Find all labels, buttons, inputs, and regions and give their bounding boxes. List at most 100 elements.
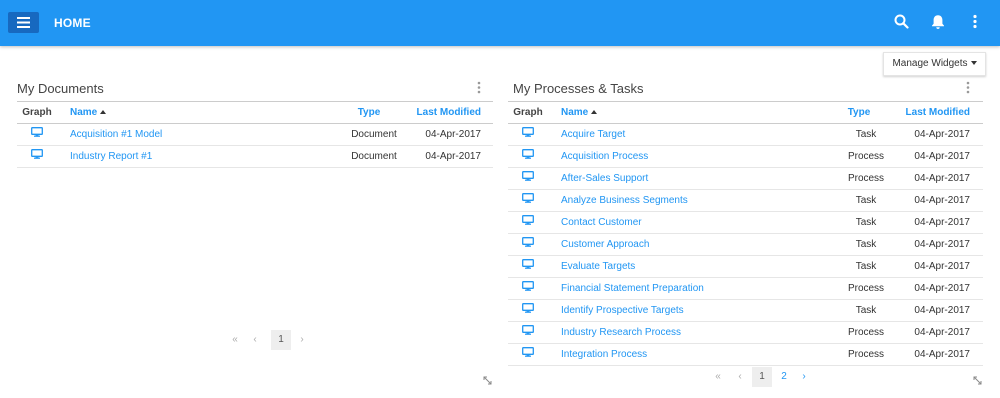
item-name-link[interactable]: Acquisition Process [561,146,648,167]
item-last-modified: 04-Apr-2017 [914,129,970,140]
graph-cell [508,300,548,321]
item-last-modified: 04-Apr-2017 [914,239,970,250]
item-name-link[interactable]: Analyze Business Segments [561,190,688,211]
monitor-icon[interactable] [522,278,534,299]
pagination: « ‹ 1 2 › [710,367,820,387]
graph-cell [508,212,548,233]
item-last-modified: 04-Apr-2017 [914,151,970,162]
table-row: Acquire Target Task 04-Apr-2017 [508,124,983,146]
monitor-icon[interactable] [522,124,534,145]
column-header-name[interactable]: Name [561,102,598,123]
documents-table: Graph Name Type Last Modified Acquisitio… [17,101,493,168]
table-row: Evaluate Targets Task 04-Apr-2017 [508,256,983,278]
item-last-modified: 04-Apr-2017 [914,327,970,338]
item-name-link[interactable]: Evaluate Targets [561,256,635,277]
monitor-icon[interactable] [522,146,534,167]
caret-down-icon [970,61,977,66]
monitor-icon[interactable] [522,190,534,211]
page-2-button[interactable]: 2 [776,367,792,387]
item-name-link[interactable]: Customer Approach [561,234,649,255]
bell-icon[interactable] [931,14,945,30]
first-page-button[interactable]: « [227,330,243,350]
column-header-graph: Graph [22,107,52,118]
item-name-link[interactable]: Acquisition #1 Model [70,124,162,145]
graph-cell [508,146,548,167]
item-name-link[interactable]: Financial Statement Preparation [561,278,704,299]
monitor-icon[interactable] [522,322,534,343]
monitor-icon[interactable] [522,300,534,321]
item-type: Process [847,283,885,294]
item-name-link[interactable]: Integration Process [561,344,647,365]
more-vertical-icon[interactable] [972,14,978,29]
item-name-link[interactable]: Acquire Target [561,124,625,145]
search-icon[interactable] [894,14,909,29]
resize-icon[interactable] [483,376,492,385]
previous-page-button[interactable]: ‹ [732,367,748,387]
column-header-name[interactable]: Name [70,102,107,123]
item-type: Task [855,239,877,250]
first-page-button[interactable]: « [710,367,726,387]
processes-table: Graph Name Type Last Modified Acquire Ta… [508,101,983,366]
table-row: After-Sales Support Process 04-Apr-2017 [508,168,983,190]
widget-title: My Documents [17,81,104,96]
item-last-modified: 04-Apr-2017 [914,349,970,360]
item-name-link[interactable]: Identify Prospective Targets [561,300,684,321]
monitor-icon[interactable] [522,168,534,189]
item-type: Task [855,305,877,316]
page-1-button[interactable]: 1 [752,367,772,387]
pagination: « ‹ 1 › [227,330,317,350]
item-last-modified: 04-Apr-2017 [425,151,481,162]
page-1-button[interactable]: 1 [271,330,291,350]
item-name-link[interactable]: Contact Customer [561,212,642,233]
item-type: Document [351,151,397,162]
graph-cell [508,278,548,299]
item-name-link[interactable]: Industry Report #1 [70,146,152,167]
table-row: Analyze Business Segments Task 04-Apr-2017 [508,190,983,212]
widget-menu-icon[interactable] [476,81,482,94]
item-type: Process [847,173,885,184]
table-row: Industry Research Process Process 04-Apr-2… [508,322,983,344]
resize-icon[interactable] [973,376,982,385]
graph-cell [508,168,548,189]
column-header-last-modified[interactable]: Last Modified [402,102,481,123]
graph-cell [17,124,57,145]
table-row: Acquisition #1 Model Document 04-Apr-2017 [17,124,493,146]
column-header-type[interactable]: Type [339,102,399,123]
monitor-icon[interactable] [31,124,43,145]
previous-page-button[interactable]: ‹ [247,330,263,350]
graph-cell [508,234,548,255]
item-last-modified: 04-Apr-2017 [914,173,970,184]
table-row: Customer Approach Task 04-Apr-2017 [508,234,983,256]
monitor-icon[interactable] [522,234,534,255]
item-name-link[interactable]: After-Sales Support [561,168,648,189]
column-header-last-modified[interactable]: Last Modified [890,102,970,123]
item-type: Task [855,261,877,272]
documents-widget: My Documents Graph Name Type Last Modifi… [17,78,493,388]
monitor-icon[interactable] [522,212,534,233]
item-type: Process [847,151,885,162]
item-last-modified: 04-Apr-2017 [914,283,970,294]
column-header-type[interactable]: Type [829,102,889,123]
item-type: Process [847,327,885,338]
menu-button[interactable] [8,12,39,33]
top-app-bar: HOME [0,0,1000,46]
next-page-button[interactable]: › [796,367,812,387]
item-type: Process [847,349,885,360]
item-name-link[interactable]: Industry Research Process [561,322,681,343]
graph-cell [508,190,548,211]
graph-cell [17,146,57,167]
manage-widgets-label: Manage Widgets [892,58,968,69]
monitor-icon[interactable] [522,256,534,277]
graph-cell [508,344,548,365]
processes-widget: My Processes & Tasks Graph Name Type Las… [508,78,983,388]
item-last-modified: 04-Apr-2017 [914,305,970,316]
next-page-button[interactable]: › [294,330,310,350]
item-type: Document [351,129,397,140]
monitor-icon[interactable] [31,146,43,167]
table-row: Acquisition Process Process 04-Apr-2017 [508,146,983,168]
widget-menu-icon[interactable] [965,81,971,94]
item-last-modified: 04-Apr-2017 [914,195,970,206]
monitor-icon[interactable] [522,344,534,365]
column-header-graph: Graph [513,107,543,118]
manage-widgets-button[interactable]: Manage Widgets [883,52,986,76]
